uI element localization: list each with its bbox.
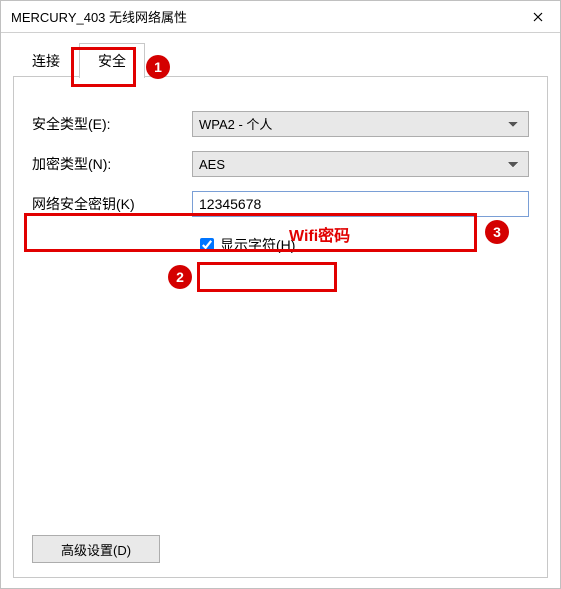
client-area: 连接 安全 安全类型(E): WPA2 - 个人 加密类型(N):	[1, 33, 560, 588]
show-characters-checkbox[interactable]	[200, 238, 214, 252]
wifi-properties-window: MERCURY_403 无线网络属性 连接 安全 安全类型(E): WPA2 -…	[0, 0, 561, 589]
show-characters-label[interactable]: 显示字符(H)	[220, 235, 295, 255]
encryption-type-select[interactable]: AES	[192, 151, 529, 177]
row-security-type: 安全类型(E): WPA2 - 个人	[32, 111, 529, 137]
row-network-key: 网络安全密钥(K)	[32, 191, 529, 217]
tab-security[interactable]: 安全	[79, 43, 145, 78]
row-encryption-type: 加密类型(N): AES	[32, 151, 529, 177]
security-type-select[interactable]: WPA2 - 个人	[192, 111, 529, 137]
advanced-settings-button[interactable]: 高级设置(D)	[32, 535, 160, 563]
tab-connect-label: 连接	[32, 53, 60, 69]
row-show-characters: 显示字符(H)	[192, 235, 529, 255]
security-type-label: 安全类型(E):	[32, 114, 192, 134]
close-button[interactable]	[515, 1, 560, 33]
tab-security-label: 安全	[98, 53, 126, 69]
network-key-input[interactable]	[192, 191, 529, 217]
network-key-label: 网络安全密钥(K)	[32, 194, 192, 214]
close-icon	[533, 9, 543, 25]
advanced-settings-label: 高级设置(D)	[61, 543, 131, 558]
tabstrip: 连接 安全	[13, 43, 548, 77]
titlebar: MERCURY_403 无线网络属性	[1, 1, 560, 33]
encryption-type-label: 加密类型(N):	[32, 154, 192, 174]
tab-connect[interactable]: 连接	[13, 43, 79, 78]
security-pane: 安全类型(E): WPA2 - 个人 加密类型(N): AES 网络安全密钥(K…	[13, 77, 548, 578]
advanced-button-row: 高级设置(D)	[32, 525, 529, 563]
window-title: MERCURY_403 无线网络属性	[11, 7, 515, 26]
